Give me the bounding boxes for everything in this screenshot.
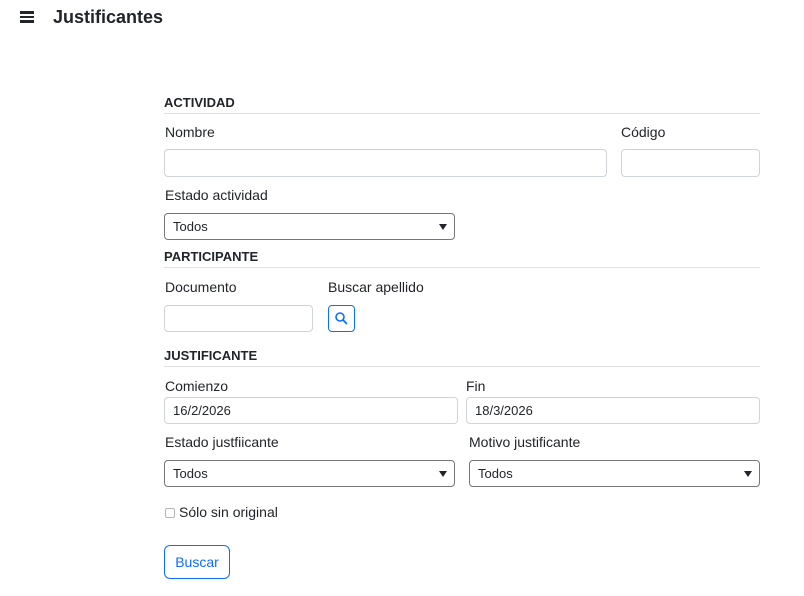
codigo-label: Código — [621, 124, 666, 140]
hamburger-menu-icon[interactable] — [20, 11, 34, 23]
comienzo-date-input[interactable]: 16/2/2026 — [164, 397, 458, 424]
nombre-input[interactable] — [164, 149, 607, 177]
solo-sin-original-label[interactable]: Sólo sin original — [179, 504, 278, 520]
nombre-label: Nombre — [165, 124, 215, 140]
section-heading-justificante: JUSTIFICANTE — [164, 348, 760, 367]
dropdown-arrow-icon — [744, 471, 752, 477]
dropdown-arrow-icon — [439, 471, 447, 477]
estado-actividad-value: Todos — [173, 219, 208, 234]
section-heading-actividad: ACTIVIDAD — [164, 95, 760, 114]
top-bar: Justificantes — [0, 0, 804, 40]
motivo-justificante-select[interactable]: Todos — [469, 460, 760, 487]
estado-justificante-select[interactable]: Todos — [164, 460, 455, 487]
fin-date-input[interactable]: 18/3/2026 — [466, 397, 760, 424]
solo-sin-original-checkbox[interactable] — [165, 508, 175, 518]
search-icon — [335, 312, 348, 325]
documento-label: Documento — [165, 279, 237, 295]
section-heading-participante: PARTICIPANTE — [164, 249, 760, 268]
codigo-input[interactable] — [621, 149, 760, 177]
estado-actividad-label: Estado actividad — [165, 187, 268, 203]
buscar-apellido-label: Buscar apellido — [328, 279, 424, 295]
fin-label: Fin — [466, 378, 486, 394]
estado-justificante-value: Todos — [173, 466, 208, 481]
documento-input[interactable] — [164, 305, 313, 332]
page-title: Justificantes — [53, 7, 164, 27]
buscar-button[interactable]: Buscar — [164, 545, 230, 579]
estado-actividad-select[interactable]: Todos — [164, 213, 455, 240]
motivo-justificante-value: Todos — [478, 466, 513, 481]
comienzo-label: Comienzo — [165, 378, 229, 394]
estado-justificante-label: Estado justfiicante — [165, 434, 279, 450]
buscar-apellido-button[interactable] — [328, 305, 355, 332]
dropdown-arrow-icon — [439, 224, 447, 230]
motivo-justificante-label: Motivo justificante — [469, 434, 581, 450]
